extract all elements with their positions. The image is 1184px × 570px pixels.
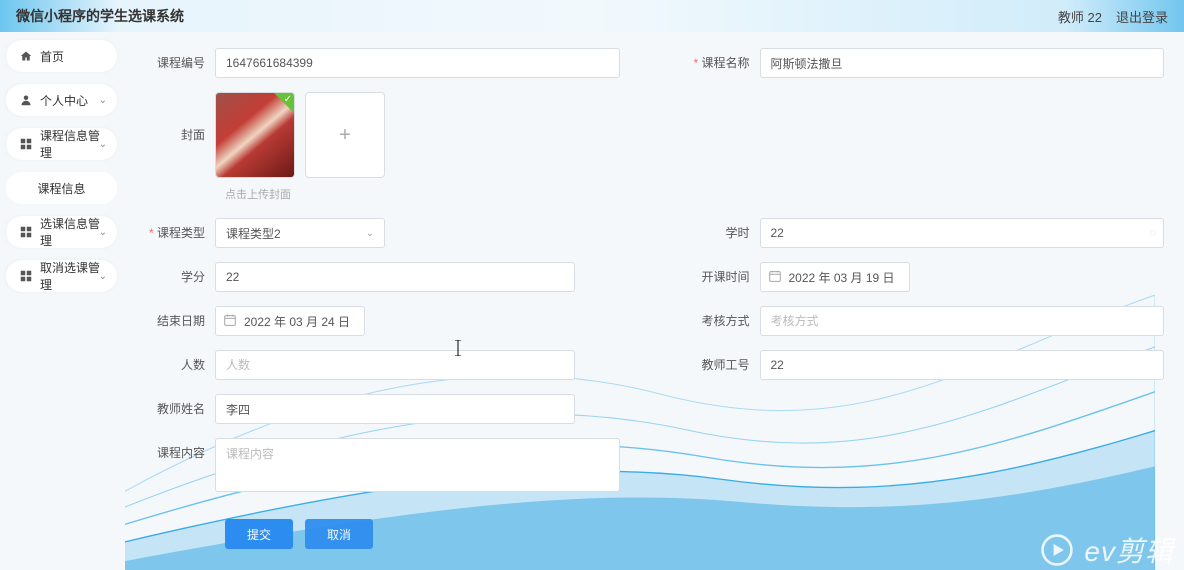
- sidebar-item-label: 个人中心: [40, 92, 88, 109]
- label-course-type: 课程类型: [145, 218, 215, 248]
- sidebar: 首页 个人中心 ⌄ 课程信息管理 ⌄ 课程信息 选课信息管理 ⌄: [0, 32, 125, 570]
- user-icon: [20, 94, 32, 106]
- calendar-icon: [223, 313, 237, 330]
- header-user[interactable]: 教师 22: [1058, 7, 1102, 26]
- text-cursor-icon: [452, 340, 464, 356]
- label-teacher-no: 教师工号: [690, 350, 760, 380]
- logout-link[interactable]: 退出登录: [1116, 7, 1168, 26]
- sidebar-course-mgmt[interactable]: 课程信息管理 ⌄: [6, 128, 117, 160]
- watermark: ev剪辑: [1040, 530, 1174, 570]
- course-type-select[interactable]: 课程类型2 ⌄: [215, 218, 385, 248]
- label-credit: 学分: [145, 262, 215, 292]
- spinner-icon[interactable]: ◌: [1149, 227, 1156, 239]
- calendar-icon: [768, 269, 782, 286]
- label-course-name: 课程名称: [690, 48, 760, 78]
- label-start-date: 开课时间: [690, 262, 760, 292]
- course-name-input[interactable]: [760, 48, 1165, 78]
- check-badge-icon: [274, 93, 294, 113]
- chevron-down-icon: ⌄: [99, 227, 107, 238]
- grid-icon: [20, 270, 32, 282]
- sidebar-personal[interactable]: 个人中心 ⌄: [6, 84, 117, 116]
- label-end-date: 结束日期: [145, 306, 215, 336]
- sidebar-selection-mgmt[interactable]: 选课信息管理 ⌄: [6, 216, 117, 248]
- label-course-no: 课程编号: [145, 48, 215, 78]
- credit-input[interactable]: [215, 262, 575, 292]
- people-input[interactable]: [215, 350, 575, 380]
- grid-icon: [20, 138, 32, 150]
- label-exam-mode: 考核方式: [690, 306, 760, 336]
- label-hours: 学时: [690, 218, 760, 248]
- start-date-input[interactable]: [760, 262, 910, 292]
- label-course-content: 课程内容: [145, 438, 215, 468]
- hours-input[interactable]: [760, 218, 1165, 248]
- course-no-input[interactable]: [215, 48, 620, 78]
- cover-hint: 点击上传封面: [225, 186, 1164, 202]
- cover-thumb[interactable]: [215, 92, 295, 178]
- cover-upload-add[interactable]: +: [305, 92, 385, 178]
- label-teacher-name: 教师姓名: [145, 394, 215, 424]
- chevron-down-icon: ⌄: [99, 95, 107, 106]
- content-area: 课程编号 课程名称 封面 +: [125, 32, 1184, 570]
- watermark-text: ev剪辑: [1084, 530, 1174, 570]
- exam-mode-input[interactable]: [760, 306, 1165, 336]
- label-cover: 封面: [145, 92, 215, 178]
- app-title: 微信小程序的学生选课系统: [16, 6, 184, 26]
- sidebar-course-info[interactable]: 课程信息: [6, 172, 117, 204]
- course-type-value: 课程类型2: [226, 225, 281, 242]
- cancel-button[interactable]: 取消: [305, 519, 373, 549]
- play-icon: [1040, 533, 1074, 567]
- teacher-no-input[interactable]: [760, 350, 1165, 380]
- submit-button[interactable]: 提交: [225, 519, 293, 549]
- course-content-input[interactable]: [215, 438, 620, 492]
- chevron-down-icon: ⌄: [366, 228, 374, 239]
- chevron-down-icon: ⌄: [99, 139, 107, 150]
- label-people: 人数: [145, 350, 215, 380]
- sidebar-home[interactable]: 首页: [6, 40, 117, 72]
- course-form: 课程编号 课程名称 封面 +: [135, 42, 1184, 569]
- chevron-down-icon: ⌄: [99, 271, 107, 282]
- sidebar-cancel-mgmt[interactable]: 取消选课管理 ⌄: [6, 260, 117, 292]
- home-icon: [20, 50, 32, 62]
- grid-icon: [20, 226, 32, 238]
- sidebar-item-label: 课程信息: [37, 180, 85, 197]
- end-date-input[interactable]: [215, 306, 365, 336]
- plus-icon: +: [339, 124, 351, 147]
- teacher-name-input[interactable]: [215, 394, 575, 424]
- sidebar-item-label: 首页: [40, 48, 64, 65]
- app-header: 微信小程序的学生选课系统 教师 22 退出登录: [0, 0, 1184, 32]
